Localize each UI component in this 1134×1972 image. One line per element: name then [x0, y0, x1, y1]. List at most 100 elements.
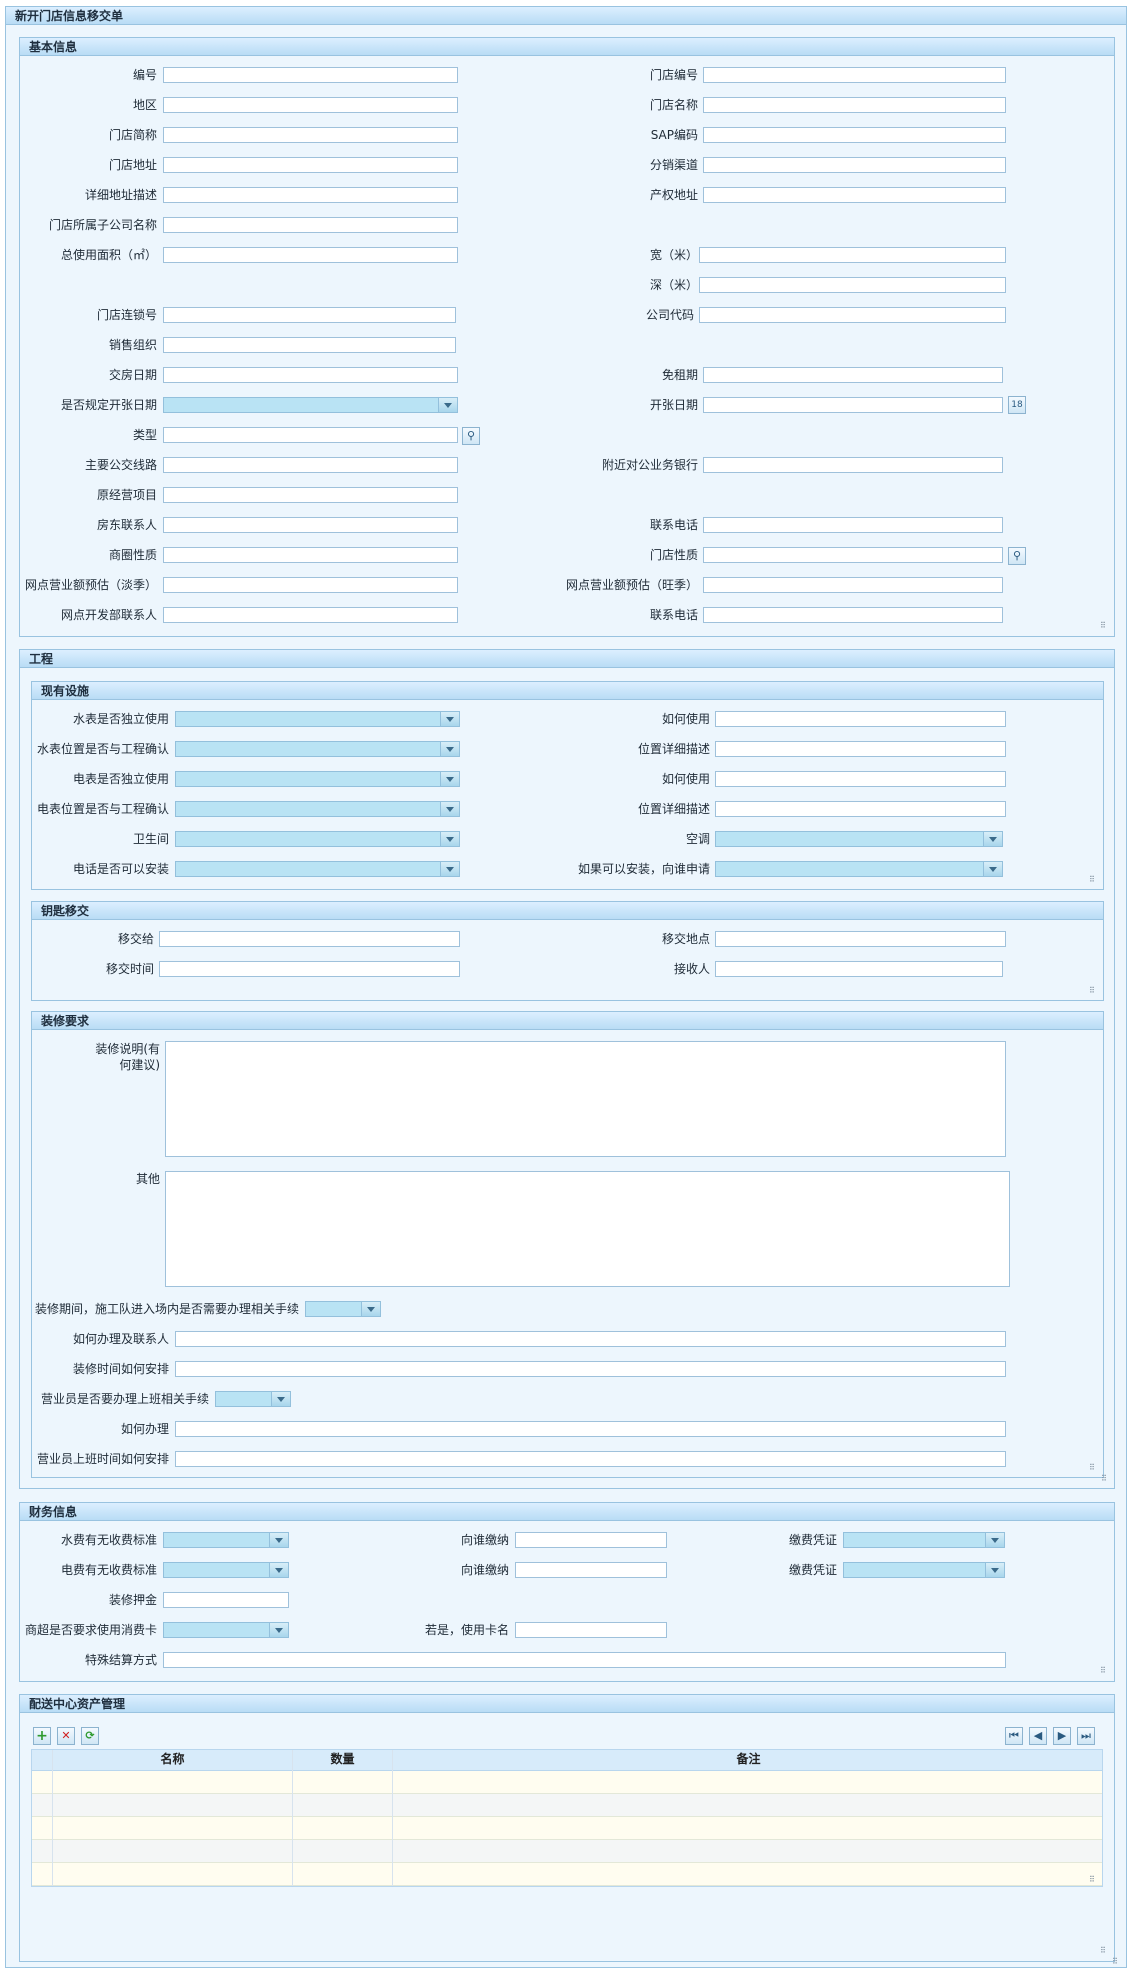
deposit-input[interactable]: [163, 1592, 289, 1608]
chain-no-input[interactable]: [163, 307, 456, 323]
phone2-input[interactable]: [703, 607, 1003, 623]
deco-schedule-input[interactable]: [175, 1361, 1006, 1377]
resize-grip-icon[interactable]: ⠿: [1089, 1464, 1099, 1474]
store-nature-input[interactable]: [703, 547, 1003, 563]
sales-org-input[interactable]: [163, 337, 456, 353]
sap-input[interactable]: [703, 127, 1006, 143]
bus-route-input[interactable]: [163, 457, 458, 473]
key-time-input[interactable]: [159, 961, 460, 977]
settlement-input[interactable]: [163, 1652, 1006, 1668]
card-name-input[interactable]: [515, 1622, 667, 1638]
deco-how-contact-input[interactable]: [175, 1331, 1006, 1347]
label-water-pos-desc: 位置详细描述: [637, 742, 710, 756]
channel-input[interactable]: [703, 157, 1006, 173]
grid-header-qty[interactable]: 数量: [293, 1750, 392, 1771]
resize-grip-icon[interactable]: ⠿: [1089, 876, 1099, 886]
type-input[interactable]: [163, 427, 458, 443]
next-page-icon[interactable]: ▶: [1053, 1727, 1071, 1745]
company-code-input[interactable]: [699, 307, 1006, 323]
label-open-date: 开张日期: [649, 398, 698, 412]
calendar-icon[interactable]: 18: [1008, 396, 1026, 414]
rev-high-input[interactable]: [703, 577, 1003, 593]
water-fee-select[interactable]: [163, 1532, 289, 1548]
delete-icon[interactable]: ✕: [57, 1727, 75, 1745]
no-input[interactable]: [163, 67, 458, 83]
table-row[interactable]: [32, 1794, 1102, 1817]
key-place-input[interactable]: [715, 931, 1006, 947]
rent-free-input[interactable]: [703, 367, 1003, 383]
water-pos-select[interactable]: [175, 741, 460, 757]
voucher1-select[interactable]: [843, 1532, 1005, 1548]
key-to-input[interactable]: [159, 931, 460, 947]
first-page-icon[interactable]: ⏮: [1005, 1727, 1023, 1745]
resize-grip-icon[interactable]: ⠿: [1100, 1667, 1110, 1677]
resize-grip-icon[interactable]: ⠿: [1100, 1947, 1110, 1957]
deco-how-input[interactable]: [175, 1421, 1006, 1437]
grid-header-note[interactable]: 备注: [393, 1750, 1102, 1771]
handover-date-input[interactable]: [163, 367, 458, 383]
staff-permit-select[interactable]: [215, 1391, 291, 1407]
resize-grip-icon[interactable]: ⠿: [1089, 1876, 1099, 1886]
voucher2-select[interactable]: [843, 1562, 1005, 1578]
table-row[interactable]: [32, 1771, 1102, 1794]
search-icon[interactable]: ⚲: [1008, 547, 1026, 565]
area-input[interactable]: [163, 97, 458, 113]
phone-install-select[interactable]: [175, 861, 460, 877]
resize-grip-icon[interactable]: ⠿: [1100, 622, 1110, 632]
label-addr-detail: 详细地址描述: [84, 188, 157, 202]
elec-how-input[interactable]: [715, 771, 1006, 787]
last-page-icon[interactable]: ⏭: [1077, 1727, 1095, 1745]
property-addr-input[interactable]: [703, 187, 1006, 203]
store-no-input[interactable]: [703, 67, 1006, 83]
deco-permit-select[interactable]: [305, 1301, 381, 1317]
staff-schedule-input[interactable]: [175, 1451, 1006, 1467]
business-circle-input[interactable]: [163, 547, 458, 563]
table-row[interactable]: [32, 1817, 1102, 1840]
elec-pos-select[interactable]: [175, 801, 460, 817]
resize-grip-icon[interactable]: ⠿: [1089, 987, 1099, 997]
add-icon[interactable]: +: [33, 1727, 51, 1745]
water-pos-desc-input[interactable]: [715, 741, 1006, 757]
table-row[interactable]: [32, 1840, 1102, 1863]
orig-business-input[interactable]: [163, 487, 458, 503]
deco-desc-textarea[interactable]: [165, 1041, 1006, 1157]
chevron-down-icon: [440, 712, 459, 726]
water-how-input[interactable]: [715, 711, 1006, 727]
deco-other-textarea[interactable]: [165, 1171, 1010, 1287]
store-short-input[interactable]: [163, 127, 458, 143]
elec-indep-select[interactable]: [175, 771, 460, 787]
label-key-time: 移交时间: [105, 962, 154, 976]
water-indep-select[interactable]: [175, 711, 460, 727]
resize-grip-icon[interactable]: ⠿: [1112, 1958, 1122, 1968]
pay-to2-input[interactable]: [515, 1562, 667, 1578]
open-date-input[interactable]: [703, 397, 1003, 413]
dev-contact-input[interactable]: [163, 607, 458, 623]
landlord-input[interactable]: [163, 517, 458, 533]
total-area-input[interactable]: [163, 247, 458, 263]
resize-grip-icon[interactable]: ⠿: [1101, 1475, 1111, 1485]
store-addr-input[interactable]: [163, 157, 458, 173]
card-select[interactable]: [163, 1622, 289, 1638]
toilet-select[interactable]: [175, 831, 460, 847]
elec-pos-desc-input[interactable]: [715, 801, 1006, 817]
label-deposit: 装修押金: [108, 1593, 157, 1607]
grid-header-name[interactable]: 名称: [53, 1750, 292, 1771]
width-input[interactable]: [699, 247, 1006, 263]
pay-to1-input[interactable]: [515, 1532, 667, 1548]
prev-page-icon[interactable]: ◀: [1029, 1727, 1047, 1745]
ac-select[interactable]: [715, 831, 1003, 847]
elec-fee-select[interactable]: [163, 1562, 289, 1578]
search-icon[interactable]: ⚲: [462, 427, 480, 445]
fixed-open-select[interactable]: [163, 397, 458, 413]
phone-apply-select[interactable]: [715, 861, 1003, 877]
refresh-icon[interactable]: ⟳: [81, 1727, 99, 1745]
bank-input[interactable]: [703, 457, 1003, 473]
addr-detail-input[interactable]: [163, 187, 458, 203]
rev-low-input[interactable]: [163, 577, 458, 593]
depth-input[interactable]: [699, 277, 1006, 293]
subsidiary-input[interactable]: [163, 217, 458, 233]
store-name-input[interactable]: [703, 97, 1006, 113]
phone1-input[interactable]: [703, 517, 1003, 533]
key-receiver-input[interactable]: [715, 961, 1003, 977]
table-row[interactable]: [32, 1863, 1102, 1886]
